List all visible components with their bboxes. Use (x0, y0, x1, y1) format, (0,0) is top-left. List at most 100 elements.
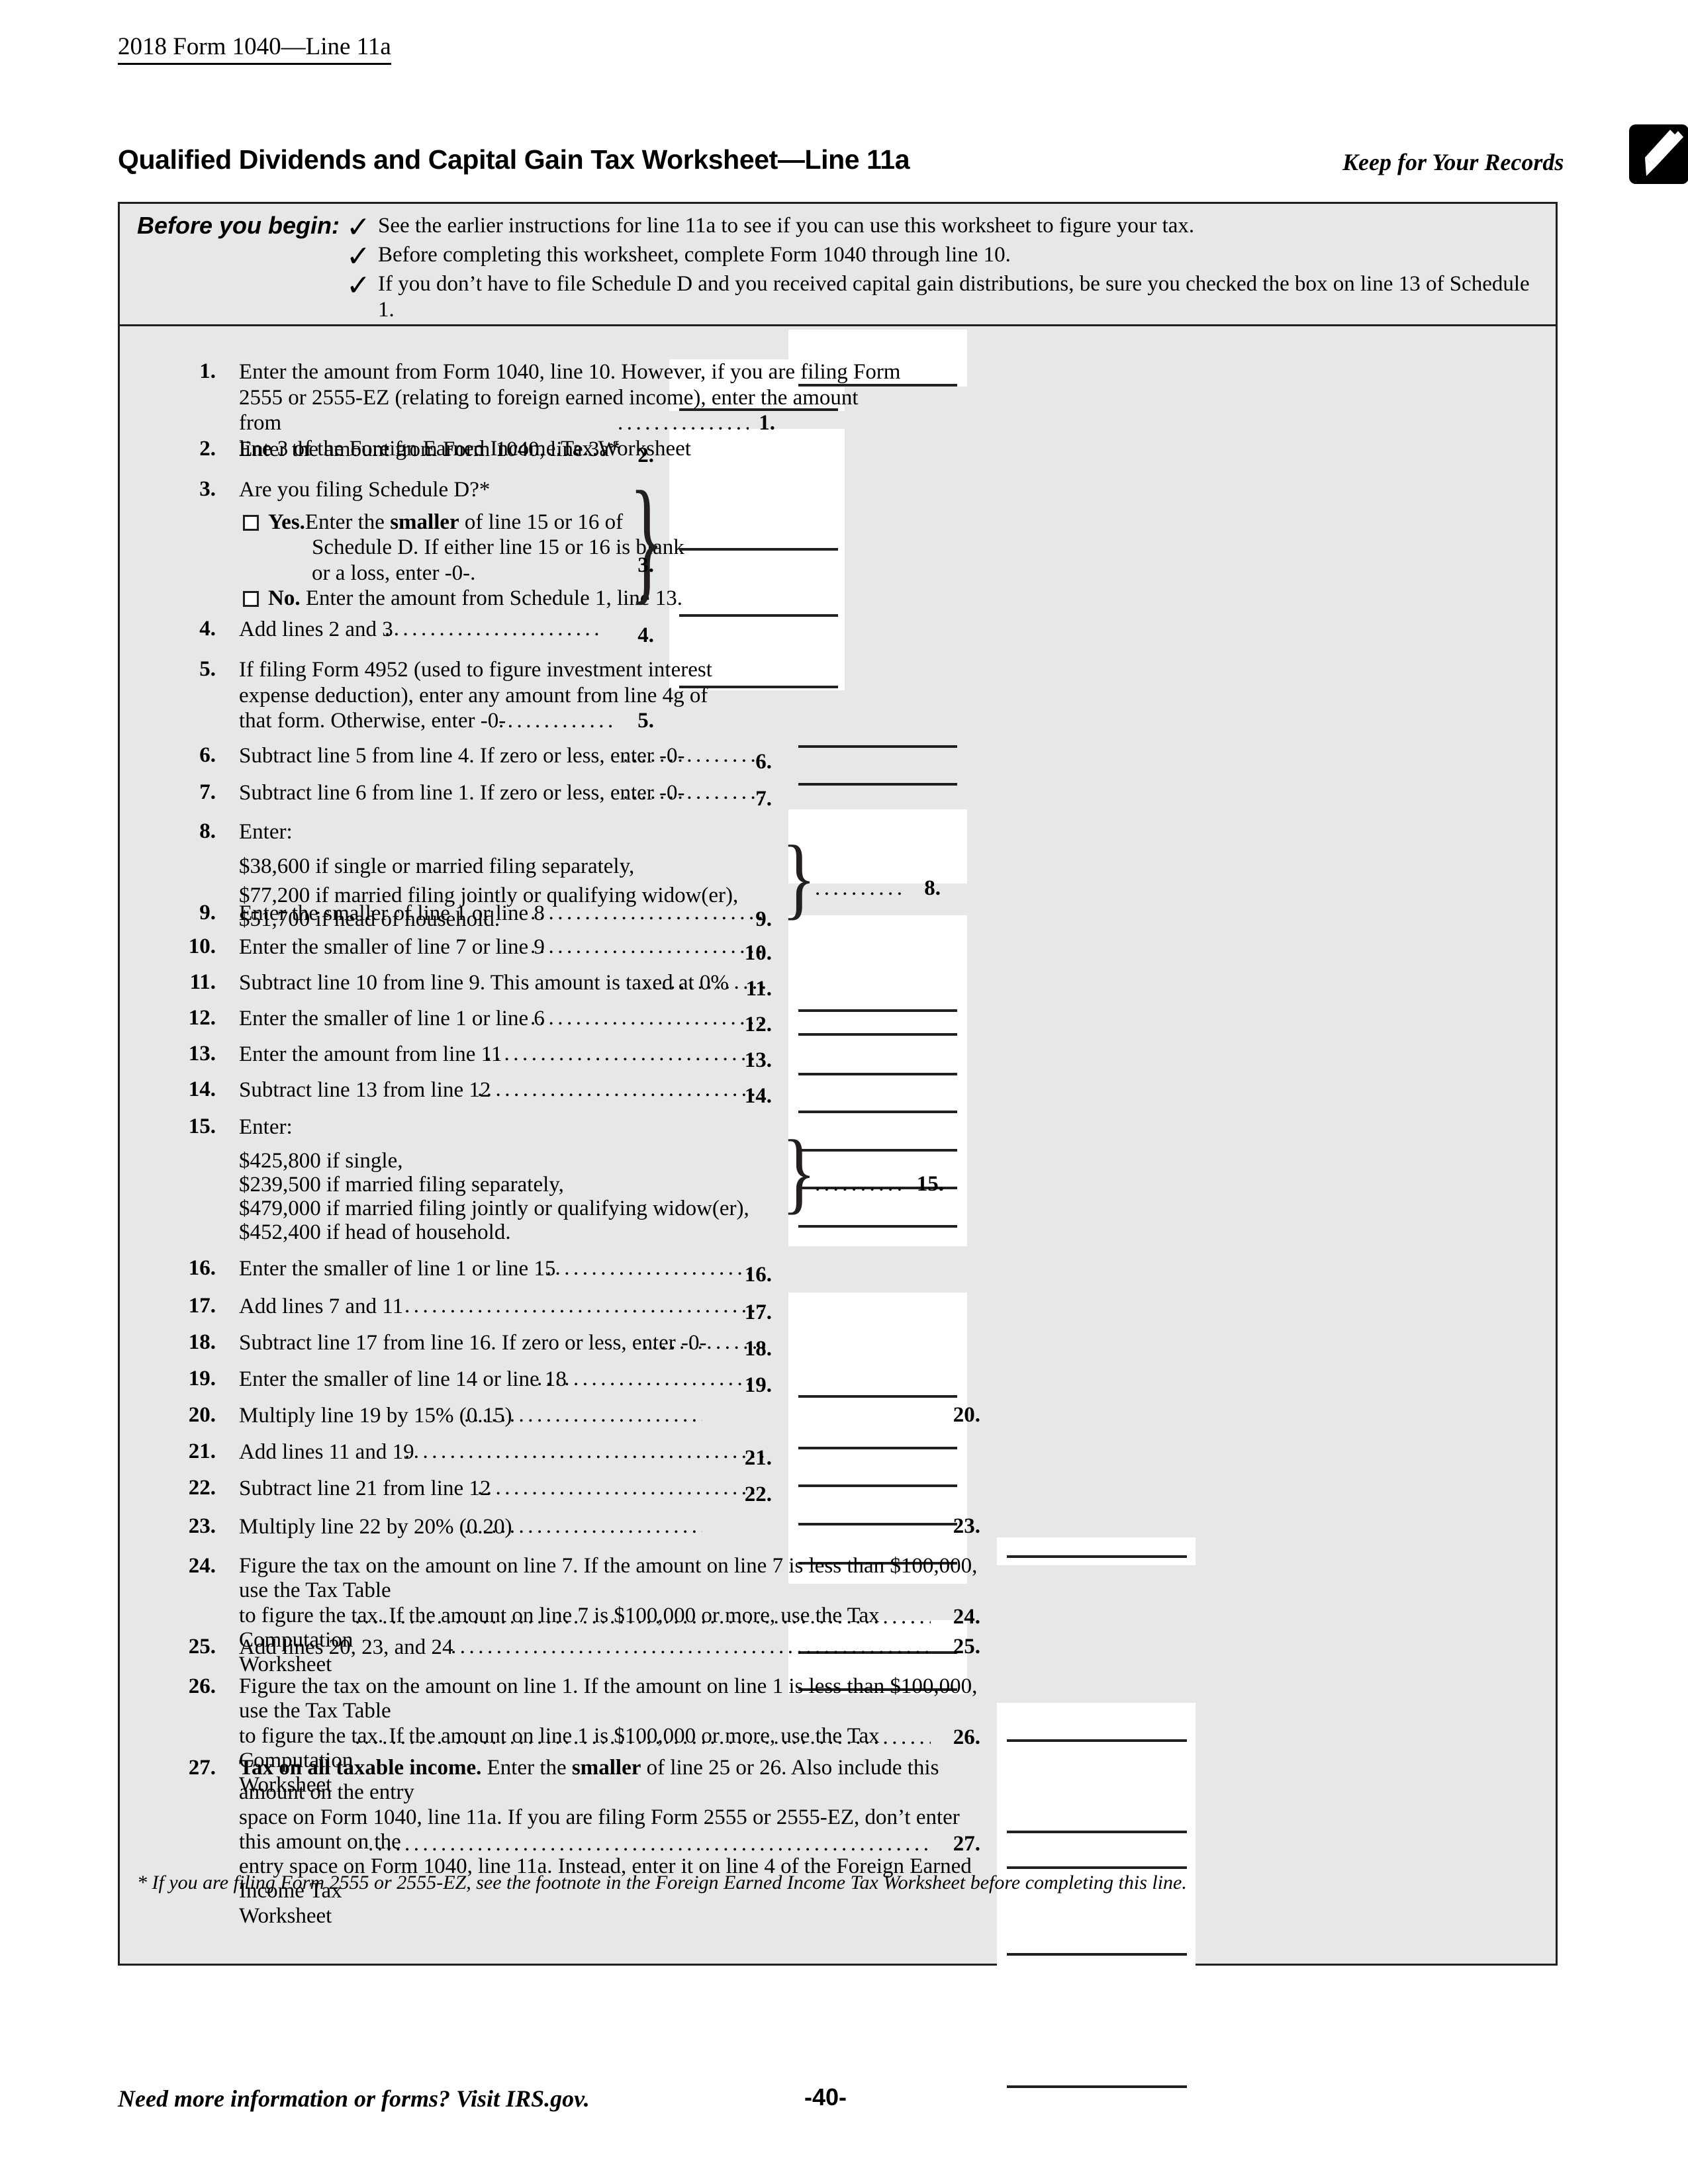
line-14-leader-dots: ........................................ (477, 1077, 765, 1101)
line-6-answer-number: 6. (755, 750, 772, 774)
line-26-answer-line (1007, 1953, 1187, 1956)
line-21-number: 21. (188, 1439, 216, 1463)
line-25-leader-dots: ........................................… (451, 1635, 931, 1659)
line-10-answer-number: 10. (744, 941, 772, 965)
line-8-enter-label: Enter: (239, 820, 293, 844)
line-19-answer-number: 19. (744, 1373, 772, 1397)
line-22-answer-number: 22. (744, 1482, 772, 1506)
line-17-answer-number: 17. (744, 1300, 772, 1324)
line-20-leader-dots: ............................... (464, 1403, 702, 1427)
line-5-answer-line (679, 686, 838, 688)
line-8-number: 8. (199, 819, 216, 843)
line-6-text: Subtract line 5 from line 4. If zero or … (239, 744, 685, 768)
line-11-answer-line (798, 1111, 957, 1113)
line-21-leader-dots: ........................................… (404, 1439, 765, 1463)
before-you-begin-block: Before you begin: ✓ See the earlier inst… (120, 204, 1556, 326)
line-4-leader-dots: ............................. (385, 617, 603, 641)
line-16-number: 16. (188, 1256, 216, 1280)
line-23-answer-number: 23. (953, 1514, 980, 1538)
line-23-number: 23. (188, 1514, 216, 1538)
line-22-number: 22. (188, 1476, 216, 1500)
before-you-begin-label: Before you begin: (137, 212, 340, 239)
title-row: Qualified Dividends and Capital Gain Tax… (118, 124, 1688, 191)
line-21-answer-number: 21. (744, 1446, 772, 1470)
before-you-begin-item-text: Before completing this worksheet, comple… (378, 243, 1011, 267)
line-5-answer-number: 5. (637, 709, 654, 733)
answer-box-line-20[interactable] (997, 1537, 1196, 1565)
line-8-leader-dots: ........... (815, 876, 904, 900)
line-8-answer-number: 8. (924, 876, 941, 900)
line-17-number: 17. (188, 1294, 216, 1318)
line-20-answer-number: 20. (953, 1403, 980, 1427)
line-16-answer-number: 16. (744, 1263, 772, 1287)
line-8-answer-line (798, 1009, 957, 1012)
pencil-icon (1629, 124, 1688, 184)
line-16-leader-dots: .............................. (537, 1256, 765, 1280)
line-12-answer-number: 12. (744, 1013, 772, 1036)
line-3-yes-checkbox[interactable] (243, 515, 259, 531)
line-2-answer-line (679, 408, 838, 411)
before-you-begin-item: ✓ If you don’t have to file Schedule D a… (346, 269, 1543, 323)
line-25-text: Add lines 20, 23, and 24 (239, 1635, 453, 1659)
answer-box-group-lines-23-27[interactable] (997, 1703, 1196, 2115)
line-20-number: 20. (188, 1403, 216, 1427)
line-8-option: $38,600 if single or married filing sepa… (239, 854, 635, 878)
line-9-answer-line (798, 1033, 957, 1036)
line-26-leader-dots: ........................................… (355, 1725, 931, 1749)
line-13-number: 13. (188, 1042, 216, 1066)
line-17-leader-dots: ........................................… (404, 1294, 765, 1318)
answer-box-group-lines-15-19[interactable] (788, 1293, 967, 1584)
line-26-number: 26. (188, 1674, 216, 1698)
line-2-number: 2. (199, 437, 216, 461)
line-3-yes-text: Yes.Enter the smaller of line 15 or 16 o… (268, 510, 624, 534)
line-3-no-label: No. (268, 586, 301, 610)
line-25-answer-line (1007, 1866, 1187, 1869)
line-6-answer-line (798, 745, 957, 748)
line-3-no-checkbox[interactable] (243, 591, 259, 607)
before-you-begin-item: ✓ Before completing this worksheet, comp… (346, 240, 1011, 273)
line-15-option: $425,800 if single, (239, 1149, 403, 1173)
line-24-number: 24. (188, 1554, 216, 1578)
line-4-answer-line (679, 614, 838, 617)
line-2-leader-dots: ........ (547, 437, 606, 461)
line-14-number: 14. (188, 1077, 216, 1101)
before-you-begin-item-text: If you don’t have to file Schedule D and… (378, 272, 1530, 322)
line-12-text: Enter the smaller of line 1 or line 6 (239, 1007, 545, 1030)
line-9-text: Enter the smaller of line 1 or line 8 (239, 901, 545, 925)
line-18-text: Subtract line 17 from line 16. If zero o… (239, 1331, 707, 1355)
line-7-number: 7. (199, 780, 216, 804)
line-18-number: 18. (188, 1330, 216, 1354)
line-6-number: 6. (199, 743, 216, 767)
line-1-answer-line (798, 384, 957, 387)
line-24-answer-number: 24. (953, 1605, 980, 1629)
page-title: Qualified Dividends and Capital Gain Tax… (118, 144, 910, 175)
line-10-leader-dots: ............................... (530, 934, 765, 958)
line-10-number: 10. (188, 934, 216, 958)
line-13-answer-number: 13. (744, 1048, 772, 1072)
footer-page-number: -40- (804, 2083, 847, 2111)
line-9-answer-number: 9. (755, 907, 772, 931)
line-1-answer-number: 1. (759, 411, 775, 435)
line-19-leader-dots: .............................. (537, 1367, 765, 1390)
line-12-number: 12. (188, 1006, 216, 1030)
line-19-text: Enter the smaller of line 14 or line 18 (239, 1367, 567, 1391)
line-10-answer-line (798, 1073, 957, 1075)
line-14-text: Subtract line 13 from line 12 (239, 1078, 491, 1102)
line-22-leader-dots: ........................................ (477, 1476, 765, 1500)
line-21-text: Add lines 11 and 19 (239, 1440, 414, 1464)
line-18-answer-number: 18. (744, 1337, 772, 1361)
line-4-text: Add lines 2 and 3 (239, 617, 393, 641)
line-11-answer-number: 11. (745, 977, 772, 1001)
line-10-text: Enter the smaller of line 7 or line 9 (239, 935, 545, 959)
line-24-answer-line (1007, 1831, 1187, 1833)
line-25-number: 25. (188, 1635, 216, 1659)
line-3-brace: } (630, 462, 664, 617)
page-header-form-reference: 2018 Form 1040—Line 11a (118, 34, 391, 65)
line-16-text: Enter the smaller of line 1 or line 15 (239, 1257, 556, 1281)
line-7-answer-number: 7. (755, 787, 772, 811)
line-23-leader-dots: ............................... (464, 1514, 702, 1538)
footer-info-text: Need more information or forms? Visit IR… (118, 2085, 590, 2112)
line-1-leader-dots: ..................... (618, 411, 749, 435)
line-15-answer-number: 15. (916, 1172, 944, 1196)
line-4-number: 4. (199, 617, 216, 641)
